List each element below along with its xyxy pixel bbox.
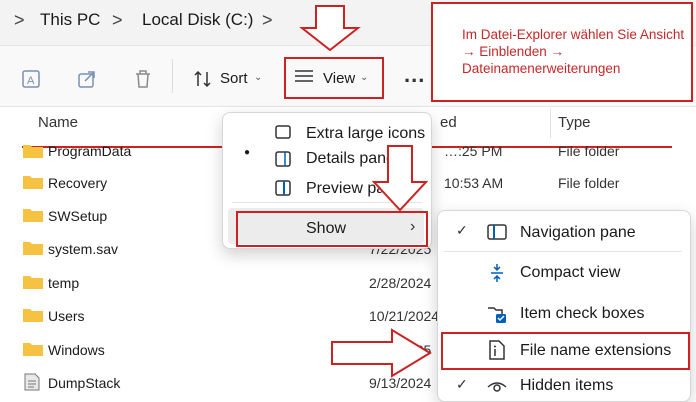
file-name[interactable]: Windows [48, 342, 105, 358]
folder-icon [22, 207, 44, 223]
delete-icon[interactable] [130, 66, 156, 92]
down-arrow-annotation [299, 5, 361, 52]
details-pane-icon [272, 148, 294, 170]
column-header-type[interactable]: Type [558, 114, 591, 131]
column-divider[interactable] [550, 108, 551, 138]
preview-pane-icon [272, 177, 294, 199]
menu-item-compact-view[interactable]: Compact view [520, 264, 620, 282]
view-icon [294, 68, 314, 84]
breadcrumb-this-pc[interactable]: This PC [40, 10, 100, 30]
folder-icon [22, 307, 44, 323]
file-date: 2/28/2024 [369, 275, 432, 291]
menu-item-show-label: Show [306, 220, 347, 237]
menu-item-extra-large-icons[interactable]: Extra large icons [306, 125, 425, 143]
share-icon[interactable] [74, 66, 100, 92]
toolbar-divider [172, 59, 173, 93]
menu-item-navigation-pane[interactable]: Navigation pane [520, 224, 636, 242]
chevron-down-icon: ⌄ [360, 72, 369, 83]
checkmark-icon: ✓ [456, 376, 468, 392]
folder-icon [22, 274, 44, 290]
annotation-text: Im Datei-Explorer wählen Sie Ansicht → E… [462, 27, 685, 76]
menu-item-file-name-extensions[interactable]: File name extensions [520, 342, 671, 360]
column-header-date[interactable]: ed [440, 114, 457, 131]
right-arrow-annotation [331, 328, 432, 378]
file-name[interactable]: Users [48, 308, 85, 324]
menu-item-hidden-items[interactable]: Hidden items [520, 377, 613, 395]
file-type: File folder [558, 175, 620, 191]
file-name[interactable]: DumpStack [48, 375, 120, 391]
file-name[interactable]: SWSetup [48, 208, 107, 224]
checkmark-icon: ✓ [456, 222, 468, 238]
file-name[interactable]: system.sav [48, 241, 118, 257]
item-checkbox-icon [486, 303, 508, 325]
breadcrumb-separator[interactable]: > [262, 10, 273, 31]
svg-text:A: A [27, 75, 35, 87]
hidden-items-icon [486, 376, 508, 398]
breadcrumb-separator[interactable]: > [14, 10, 25, 31]
file-date: 10/21/2024 [369, 308, 440, 324]
folder-icon [22, 174, 44, 190]
sort-icon[interactable] [190, 66, 216, 92]
folder-icon [22, 240, 44, 256]
column-header-name[interactable]: Name [38, 114, 78, 131]
sort-button[interactable]: Sort [220, 70, 248, 87]
bullet-icon: ● [244, 147, 251, 158]
file-icon [24, 373, 40, 391]
menu-separator [444, 251, 682, 252]
file-name[interactable]: Recovery [48, 175, 107, 191]
more-options-button[interactable]: ... [404, 62, 425, 88]
chevron-down-icon: ⌄ [254, 72, 263, 83]
file-name[interactable]: ProgramData [48, 143, 131, 159]
compact-view-icon [486, 262, 508, 284]
file-name[interactable]: temp [48, 275, 79, 291]
file-date: …:25 PM [444, 143, 503, 159]
down-arrow-annotation [372, 145, 428, 212]
view-button-label: View [323, 70, 356, 87]
folder-icon [22, 143, 44, 159]
file-type: File folder [558, 143, 620, 159]
folder-icon [22, 341, 44, 357]
file-extension-icon [486, 339, 508, 361]
breadcrumb-local-disk[interactable]: Local Disk (C:) [142, 10, 253, 30]
rename-icon[interactable]: A [18, 66, 44, 92]
extra-large-icons-icon [272, 122, 294, 144]
chevron-right-icon: › [410, 218, 416, 235]
file-date: 10:53 AM [444, 175, 504, 191]
breadcrumb-separator[interactable]: > [112, 10, 123, 31]
navigation-pane-icon [486, 221, 508, 243]
menu-item-item-check-boxes[interactable]: Item check boxes [520, 305, 645, 323]
